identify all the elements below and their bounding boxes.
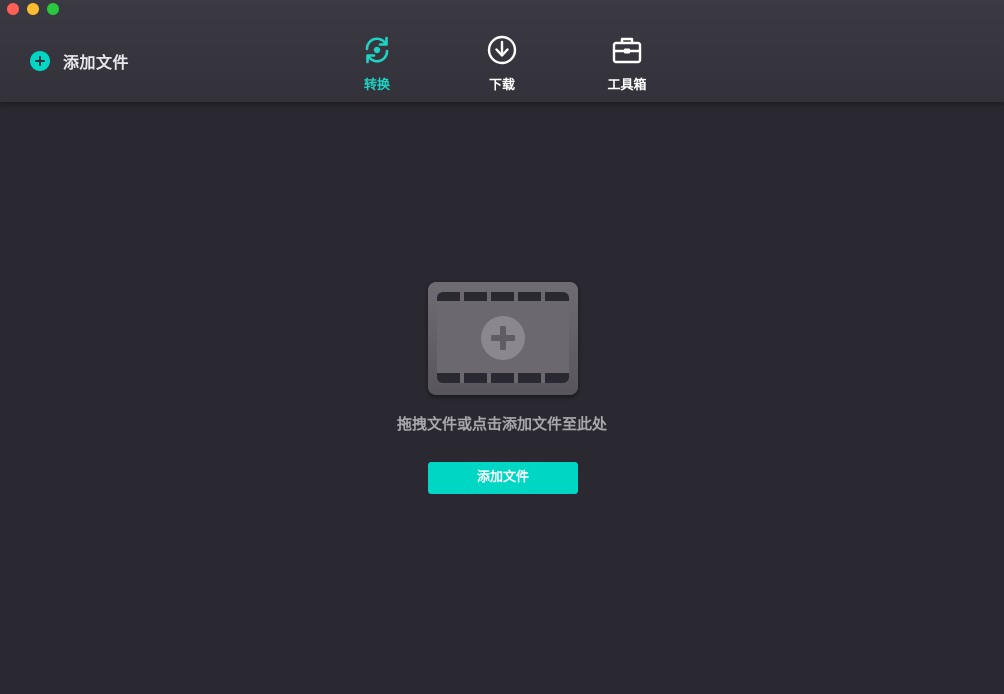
tab-convert-label: 转换 bbox=[363, 78, 390, 93]
add-file-toolbar-button[interactable]: 添加文件 bbox=[30, 50, 129, 72]
plus-circle-icon bbox=[30, 51, 50, 71]
close-window-button[interactable] bbox=[7, 3, 19, 15]
convert-icon bbox=[365, 36, 389, 64]
zoom-window-button[interactable] bbox=[47, 3, 59, 15]
add-file-button[interactable]: 添加文件 bbox=[428, 462, 578, 494]
download-icon bbox=[487, 35, 517, 65]
film-add-icon[interactable] bbox=[428, 282, 578, 395]
toolbox-icon bbox=[612, 37, 642, 64]
file-drop-zone[interactable]: 拖拽文件或点击添加文件至此处 添加文件 bbox=[0, 102, 1004, 694]
tab-download-label: 下载 bbox=[488, 78, 515, 93]
tab-download[interactable]: 下载 bbox=[462, 34, 542, 93]
add-file-toolbar-label: 添加文件 bbox=[63, 53, 130, 72]
tab-convert[interactable]: 转换 bbox=[337, 34, 417, 93]
drop-hint-text: 拖拽文件或点击添加文件至此处 bbox=[396, 415, 607, 433]
top-toolbar: 添加文件 转换 下载 工具箱 bbox=[0, 0, 1004, 102]
app-window: 添加文件 转换 下载 工具箱 拖拽文件或点击添加文件至此处 添加文件 bbox=[0, 0, 1004, 694]
tab-toolbox[interactable]: 工具箱 bbox=[587, 34, 667, 93]
tab-toolbox-label: 工具箱 bbox=[607, 78, 647, 93]
minimize-window-button[interactable] bbox=[27, 3, 39, 15]
